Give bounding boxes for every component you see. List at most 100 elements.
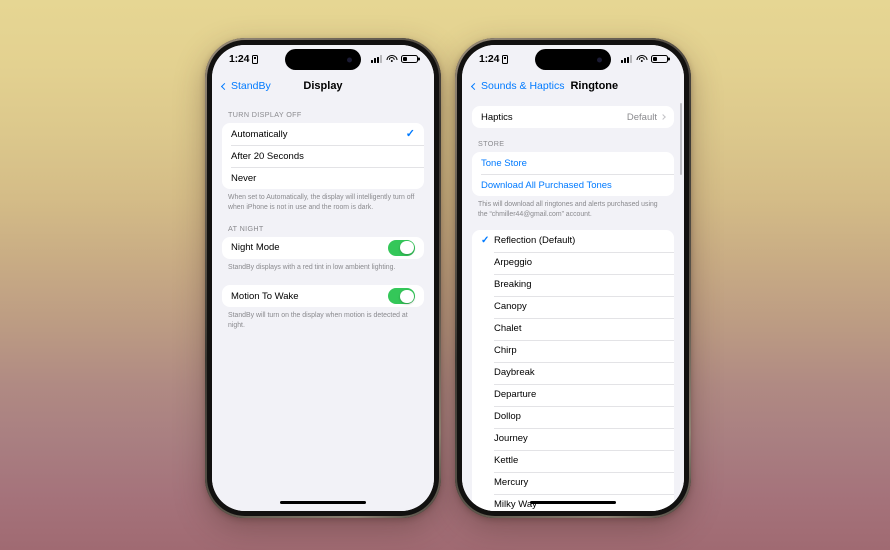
tone-label: Kettle: [494, 455, 519, 467]
footnote-motion-to-wake: StandBy will turn on the display when mo…: [228, 312, 408, 330]
tone-label: Chalet: [494, 323, 522, 335]
ringtone-list-card: ✓ Reflection (Default) Arpeggio Breaking…: [472, 229, 674, 511]
battery-icon: [401, 54, 418, 64]
tone-label: Dollop: [494, 411, 521, 423]
option-label: After 20 Seconds: [231, 150, 304, 162]
tone-label: Daybreak: [494, 367, 535, 379]
tone-row-journey[interactable]: Journey: [472, 427, 674, 450]
download-all-label: Download All Purchased Tones: [481, 179, 612, 191]
nav-bar-right: Sounds & Haptics Ringtone: [462, 73, 684, 99]
wifi-icon: [386, 55, 397, 63]
motion-to-wake-label: Motion To Wake: [231, 290, 299, 302]
status-bar-time-group: 1:24: [479, 53, 509, 65]
screen-right: 1:24 Sounds & Haptics Ringtone Haptics D…: [462, 45, 684, 511]
wifi-icon: [636, 55, 647, 63]
tone-row-chalet[interactable]: Chalet: [472, 317, 674, 340]
battery-icon: [651, 54, 668, 64]
motion-to-wake-toggle[interactable]: [388, 288, 415, 305]
row-motion-to-wake[interactable]: Motion To Wake: [222, 285, 424, 307]
haptics-card: Haptics Default: [472, 106, 674, 128]
lock-icon: [502, 54, 509, 64]
night-mode-toggle[interactable]: [388, 239, 415, 256]
option-never[interactable]: Never: [222, 167, 424, 189]
row-night-mode[interactable]: Night Mode: [222, 237, 424, 259]
tone-row-mercury[interactable]: Mercury: [472, 471, 674, 494]
tone-label: Mercury: [494, 477, 529, 489]
status-bar-time: 1:24: [479, 53, 500, 65]
tone-label: Journey: [494, 433, 528, 445]
tone-store-label: Tone Store: [481, 157, 527, 169]
tone-row-arpeggio[interactable]: Arpeggio: [472, 251, 674, 274]
nav-bar-left: StandBy Display: [212, 73, 434, 99]
tone-row-dollop[interactable]: Dollop: [472, 405, 674, 428]
turn-display-off-card: Automatically ✓ After 20 Seconds Never: [222, 123, 424, 189]
tone-row-canopy[interactable]: Canopy: [472, 295, 674, 318]
dynamic-island: [285, 49, 361, 70]
checkmark-icon: ✓: [481, 234, 490, 246]
page-title-ringtone: Ringtone: [570, 80, 619, 92]
chevron-left-icon: [220, 82, 229, 90]
row-haptics[interactable]: Haptics Default: [472, 106, 674, 128]
iphone-device-left: 1:24 StandBy Display TURN DISPLAY OFF Au…: [205, 38, 441, 518]
row-tone-store[interactable]: Tone Store: [472, 152, 674, 174]
tone-label: Departure: [494, 389, 537, 401]
night-mode-card: Night Mode: [222, 236, 424, 259]
option-after-20-seconds[interactable]: After 20 Seconds: [222, 145, 424, 167]
lock-icon: [252, 54, 259, 64]
dynamic-island: [535, 49, 611, 70]
row-download-all-purchased-tones[interactable]: Download All Purchased Tones: [472, 174, 674, 196]
tone-label: Reflection (Default): [494, 235, 576, 247]
motion-to-wake-card: Motion To Wake: [222, 285, 424, 308]
night-mode-label: Night Mode: [231, 242, 280, 254]
section-header-motion: [222, 272, 424, 285]
footnote-night-mode: StandBy displays with a red tint in low …: [228, 263, 396, 271]
chevron-right-icon: [660, 114, 666, 120]
option-automatically[interactable]: Automatically ✓: [222, 123, 424, 145]
tone-label: Arpeggio: [494, 257, 533, 269]
option-label: Automatically: [231, 128, 288, 140]
status-bar-time: 1:24: [229, 53, 250, 65]
status-bar-time-group: 1:24: [229, 53, 259, 65]
back-button-label: StandBy: [231, 80, 271, 92]
status-bar-indicators: [621, 54, 668, 64]
status-bar-left: 1:24: [212, 45, 434, 73]
tone-row-reflection[interactable]: ✓ Reflection (Default): [472, 230, 674, 252]
iphone-device-right: 1:24 Sounds & Haptics Ringtone Haptics D…: [455, 38, 691, 518]
tone-label: Canopy: [494, 301, 527, 313]
screen-left: 1:24 StandBy Display TURN DISPLAY OFF Au…: [212, 45, 434, 511]
tone-row-daybreak[interactable]: Daybreak: [472, 361, 674, 384]
section-header-store: STORE: [478, 139, 505, 148]
tone-row-breaking[interactable]: Breaking: [472, 273, 674, 296]
back-button-standby[interactable]: StandBy: [220, 80, 271, 92]
front-camera-dot-icon: [347, 57, 352, 62]
cellular-signal-icon: [621, 55, 632, 63]
section-header-at-night: AT NIGHT: [228, 223, 264, 233]
back-button-sounds-haptics[interactable]: Sounds & Haptics: [470, 80, 565, 92]
checkmark-icon: ✓: [405, 127, 415, 140]
tone-row-kettle[interactable]: Kettle: [472, 449, 674, 472]
section-header-turn-display-off: TURN DISPLAY OFF: [228, 110, 302, 119]
status-bar-indicators: [371, 54, 418, 64]
settings-content-right[interactable]: Haptics Default STORE Tone Store Downloa…: [462, 99, 684, 511]
scroll-indicator[interactable]: [680, 103, 682, 175]
footnote-turn-display-off: When set to Automatically, the display w…: [228, 194, 415, 211]
tone-label: Breaking: [494, 279, 532, 291]
tone-label: Chirp: [494, 345, 517, 357]
front-camera-dot-icon: [597, 57, 602, 62]
home-indicator-left[interactable]: [280, 501, 366, 504]
haptics-value: Default: [626, 111, 657, 123]
screenshot-stage: 1:24 StandBy Display TURN DISPLAY OFF Au…: [0, 0, 890, 550]
tone-row-departure[interactable]: Departure: [472, 383, 674, 406]
tone-row-chirp[interactable]: Chirp: [472, 339, 674, 362]
haptics-label: Haptics: [481, 111, 513, 123]
store-card: Tone Store Download All Purchased Tones: [472, 152, 674, 196]
settings-content-left[interactable]: TURN DISPLAY OFF Automatically ✓ After 2…: [212, 99, 434, 511]
back-button-label: Sounds & Haptics: [481, 80, 565, 92]
home-indicator-right[interactable]: [530, 501, 616, 504]
cellular-signal-icon: [371, 55, 382, 63]
chevron-left-icon: [470, 82, 479, 90]
footnote-store: This will download all ringtones and ale…: [478, 201, 658, 218]
status-bar-right: 1:24: [462, 45, 684, 73]
